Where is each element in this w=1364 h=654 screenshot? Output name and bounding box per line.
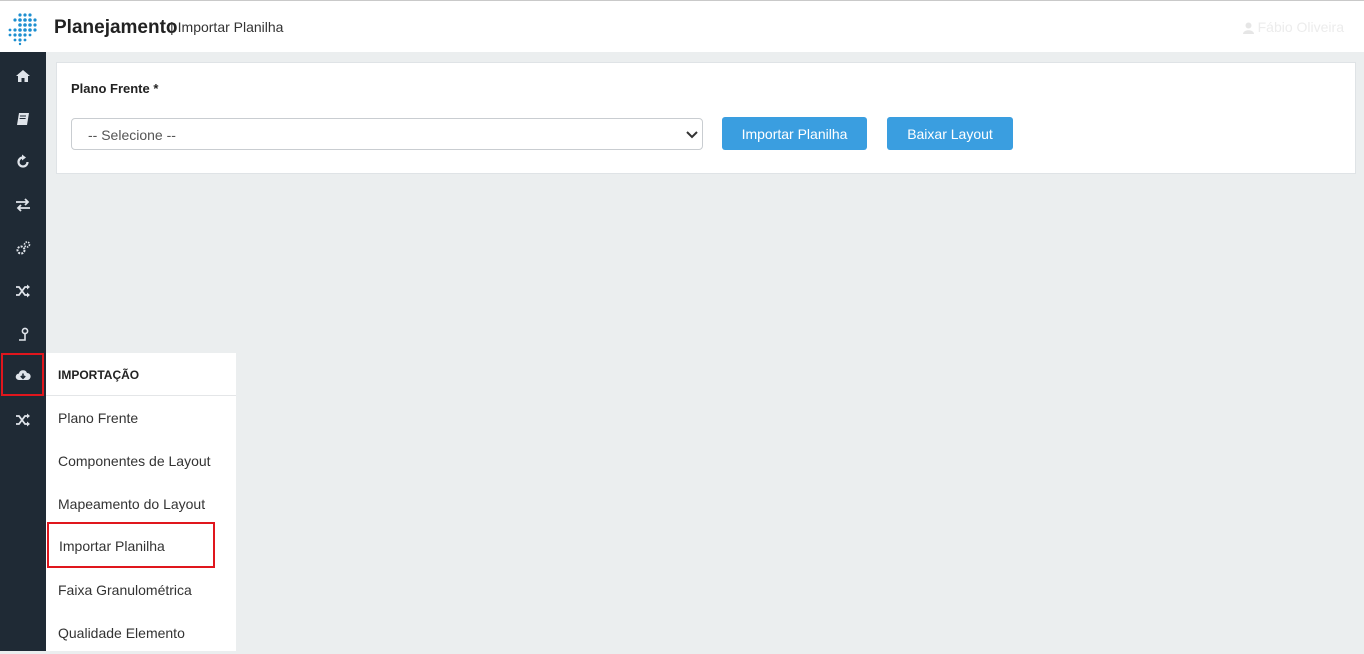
plano-frente-label: Plano Frente *	[71, 81, 159, 96]
sidebar	[0, 52, 46, 651]
top-header: Planejamento | Importar Planilha Fábio Ol…	[0, 1, 1364, 52]
book-icon	[17, 112, 29, 125]
submenu-item-label: Componentes de Layout	[58, 453, 211, 469]
submenu-item-label: Importar Planilha	[59, 538, 165, 554]
download-layout-button[interactable]: Baixar Layout	[887, 117, 1013, 150]
submenu-item-importar-planilha[interactable]: Importar Planilha	[47, 522, 215, 568]
sidebar-item-book[interactable]	[0, 97, 46, 140]
app-title: Planejamento	[54, 17, 178, 38]
page-title-text: Importar Planilha	[177, 19, 284, 35]
cloud-download-icon	[15, 369, 31, 380]
shuffle-icon	[16, 284, 30, 297]
home-icon	[16, 69, 30, 82]
submenu-item-componentes-layout[interactable]: Componentes de Layout	[46, 439, 236, 482]
sidebar-item-gears[interactable]	[0, 226, 46, 269]
user-menu[interactable]: Fábio Oliveira	[1242, 19, 1344, 35]
key-icon	[19, 327, 29, 341]
sidebar-item-key[interactable]	[0, 312, 46, 355]
sidebar-item-shuffle-2[interactable]	[0, 398, 46, 441]
page-title: | Importar Planilha	[170, 19, 283, 35]
title-separator: |	[170, 19, 174, 35]
plano-frente-select[interactable]: -- Selecione --	[71, 118, 703, 150]
app-logo[interactable]	[6, 12, 40, 46]
submenu-item-label: Mapeamento do Layout	[58, 496, 206, 512]
submenu-item-qualidade-elemento[interactable]: Qualidade Elemento	[46, 611, 236, 654]
refresh-icon	[17, 154, 29, 168]
import-spreadsheet-button[interactable]: Importar Planilha	[722, 117, 867, 150]
user-name: Fábio Oliveira	[1257, 19, 1344, 35]
sidebar-item-home[interactable]	[0, 54, 46, 97]
import-form-card: Plano Frente * -- Selecione -- Importar …	[56, 62, 1356, 174]
select-value: -- Selecione --	[88, 127, 176, 143]
gears-icon	[16, 240, 31, 254]
sidebar-item-exchange[interactable]	[0, 183, 46, 226]
importacao-submenu: IMPORTAÇÃO Plano Frente Componentes de L…	[46, 353, 236, 651]
submenu-item-plano-frente[interactable]: Plano Frente	[46, 396, 236, 439]
user-icon	[1242, 22, 1254, 34]
submenu-item-label: Faixa Granulométrica	[58, 582, 192, 598]
sidebar-item-importacao[interactable]	[1, 353, 44, 396]
chevron-down-icon	[686, 131, 698, 139]
submenu-item-faixa-granulometrica[interactable]: Faixa Granulométrica	[46, 568, 236, 611]
submenu-item-label: Plano Frente	[58, 410, 139, 426]
shuffle-icon	[16, 413, 30, 426]
sidebar-item-shuffle[interactable]	[0, 269, 46, 312]
submenu-header: IMPORTAÇÃO	[46, 353, 236, 396]
submenu-item-mapeamento-layout[interactable]: Mapeamento do Layout	[46, 482, 236, 525]
submenu-item-label: Qualidade Elemento	[58, 625, 185, 641]
sidebar-item-refresh[interactable]	[0, 140, 46, 183]
exchange-icon	[16, 197, 30, 212]
